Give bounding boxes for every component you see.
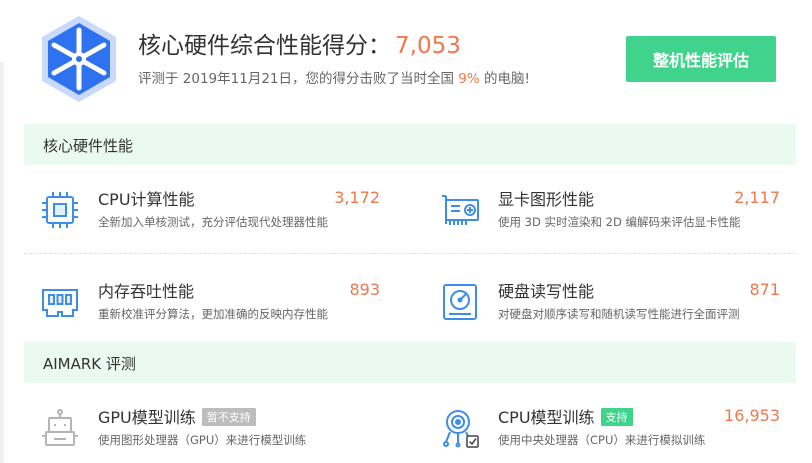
cpu-training-title-line: CPU模型训练 支持 <box>498 404 633 428</box>
gpu-card-desc: 使用 3D 实时渲染和 2D 编解码来评估显卡性能 <box>498 215 741 229</box>
score-label: 核心硬件综合性能得分： <box>138 33 391 59</box>
overall-score-title: 核心硬件综合性能得分： 7,053 <box>138 26 461 60</box>
memory-card-score: 893 <box>349 280 380 299</box>
cpu-card-score: 3,172 <box>334 188 380 207</box>
neural-brain-icon <box>443 410 479 448</box>
memory-card-title: 内存吞吐性能 <box>98 282 195 301</box>
app-logo-icon <box>42 16 116 102</box>
gpu-card-score: 2,117 <box>734 188 780 207</box>
gpu-training-title: GPU模型训练 <box>98 408 196 427</box>
overall-score-value: 7,053 <box>395 33 461 59</box>
supported-badge: 支持 <box>600 408 633 426</box>
cpu-training-score: 16,953 <box>724 406 780 425</box>
left-edge-strip <box>0 62 4 463</box>
full-evaluation-button[interactable]: 整机性能评估 <box>626 36 776 82</box>
disk-performance-card[interactable]: 硬盘读写性能 871 对硬盘对顺序读写和随机读写性能进行全面评测 <box>440 278 780 338</box>
cpu-card-desc: 全新加入单核测试，充分评估现代处理器性能 <box>98 215 328 229</box>
cpu-performance-card[interactable]: CPU计算性能 3,172 全新加入单核测试，充分评估现代处理器性能 <box>40 186 380 246</box>
disk-card-score: 871 <box>749 280 780 299</box>
gpu-training-desc: 使用图形处理器（GPU）来进行模型训练 <box>98 433 307 447</box>
aimark-section-header: AIMARK 评测 <box>24 342 796 383</box>
hard-drive-icon <box>443 284 477 320</box>
score-subtitle: 评测于 2019年11月21日，您的得分击败了当时全国 9% 的电脑! <box>138 67 530 87</box>
gpu-performance-card[interactable]: 显卡图形性能 2,117 使用 3D 实时渲染和 2D 编解码来评估显卡性能 <box>440 186 780 246</box>
score-sub-prefix: 评测于 2019年11月21日，您的得分击败了当时全国 <box>138 71 459 87</box>
graphics-card-icon <box>442 195 479 225</box>
disk-card-title: 硬盘读写性能 <box>498 282 595 301</box>
card-divider <box>24 253 796 254</box>
unsupported-badge: 暂不支持 <box>201 408 256 426</box>
section-title-aimark: AIMARK 评测 <box>43 355 136 373</box>
cpu-card-title: CPU计算性能 <box>98 190 195 209</box>
gpu-card-title: 显卡图形性能 <box>498 190 595 209</box>
cpu-training-title: CPU模型训练 <box>498 408 595 427</box>
disk-card-desc: 对硬盘对顺序读写和随机读写性能进行全面评测 <box>498 307 740 321</box>
memory-stick-icon <box>42 289 78 317</box>
cpu-chip-icon <box>42 192 78 228</box>
gpu-training-card[interactable]: GPU模型训练 暂不支持 使用图形处理器（GPU）来进行模型训练 <box>40 404 380 463</box>
cpu-training-card[interactable]: CPU模型训练 支持 16,953 使用中央处理器（CPU）来进行模拟训练 <box>440 404 780 463</box>
cpu-training-desc: 使用中央处理器（CPU）来进行模拟训练 <box>498 433 706 447</box>
section-title-core: 核心硬件性能 <box>43 137 134 155</box>
gpu-training-title-line: GPU模型训练 暂不支持 <box>98 404 256 428</box>
memory-card-desc: 重新校准评分算法，更加准确的反映内存性能 <box>98 307 328 321</box>
core-hardware-section-header: 核心硬件性能 <box>24 124 796 165</box>
memory-performance-card[interactable]: 内存吞吐性能 893 重新校准评分算法，更加准确的反映内存性能 <box>40 278 380 338</box>
beat-percentage: 9% <box>458 71 480 87</box>
score-sub-suffix: 的电脑! <box>479 71 530 87</box>
robot-icon <box>42 409 78 446</box>
